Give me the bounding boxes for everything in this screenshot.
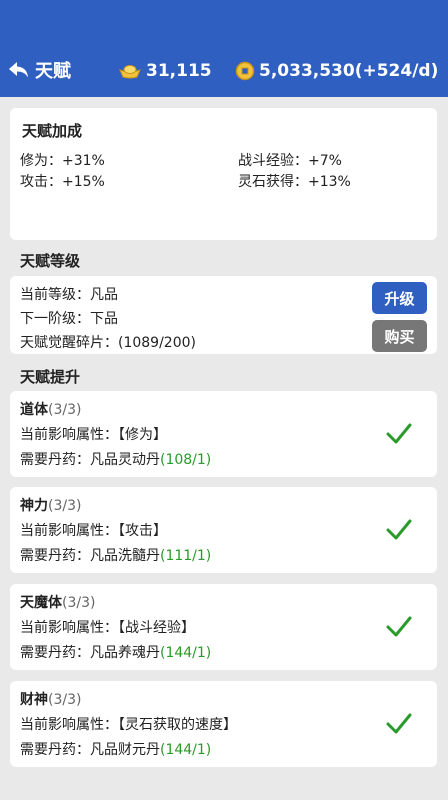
talent-name: 天魔体	[20, 595, 62, 611]
talent-pill: 需要丹药：凡品洗髓丹	[20, 548, 160, 564]
bonus-spirit-stone: 灵石获得：+13%	[238, 174, 351, 190]
check-icon	[386, 713, 412, 734]
ingot-amount: 31,115	[146, 61, 212, 81]
talent-count: (3/3)	[48, 402, 82, 418]
talent-name: 神力	[20, 498, 48, 514]
bonus-battle-exp: 战斗经验：+7%	[238, 153, 342, 169]
current-level: 当前等级：凡品	[20, 287, 118, 303]
talent-pill-line: 需要丹药：凡品养魂丹(144/1)	[20, 642, 211, 662]
talent-pill-progress: (111/1)	[160, 548, 212, 564]
coin-currency: 5,033,530(+524/d)	[235, 60, 438, 82]
back-arrow-icon	[9, 62, 28, 78]
talent-item: 财神(3/3) 当前影响属性：【灵石获取的速度】 需要丹药：凡品财元丹(144/…	[10, 681, 437, 767]
talent-item: 道体(3/3) 当前影响属性：【修为】 需要丹药：凡品灵动丹(108/1)	[10, 391, 437, 477]
talent-count: (3/3)	[48, 692, 82, 708]
talent-attribute: 当前影响属性：【战斗经验】	[20, 620, 195, 636]
coin-icon	[235, 61, 255, 81]
talent-pill: 需要丹药：凡品灵动丹	[20, 452, 160, 468]
buy-button[interactable]: 购买	[372, 320, 427, 352]
talent-name-line: 道体(3/3)	[20, 399, 81, 419]
talent-item: 神力(3/3) 当前影响属性：【攻击】 需要丹药：凡品洗髓丹(111/1)	[10, 487, 437, 573]
talent-name-line: 财神(3/3)	[20, 689, 81, 709]
back-button[interactable]: 天赋	[8, 57, 71, 83]
talent-attribute: 当前影响属性：【修为】	[20, 427, 167, 443]
talent-attribute: 当前影响属性：【灵石获取的速度】	[20, 717, 237, 733]
next-level: 下一阶级：下品	[20, 311, 118, 327]
talent-pill-line: 需要丹药：凡品财元丹(144/1)	[20, 739, 211, 759]
check-icon	[386, 423, 412, 444]
check-icon	[386, 519, 412, 540]
talent-bonus-card: 天赋加成 修为：+31% 战斗经验：+7% 攻击：+15% 灵石获得：+13%	[10, 108, 437, 240]
talent-pill-progress: (144/1)	[160, 645, 212, 661]
coin-amount: 5,033,530(+524/d)	[259, 61, 439, 81]
awakening-fragments: 天赋觉醒碎片：(1089/200)	[20, 335, 196, 351]
talent-name-line: 天魔体(3/3)	[20, 592, 95, 612]
talent-item: 天魔体(3/3) 当前影响属性：【战斗经验】 需要丹药：凡品养魂丹(144/1)	[10, 584, 437, 670]
talent-pill-progress: (108/1)	[160, 452, 212, 468]
talent-level-card: 当前等级：凡品 下一阶级：下品 天赋觉醒碎片：(1089/200) 升级 购买	[10, 276, 437, 354]
talent-bonus-title: 天赋加成	[22, 122, 83, 140]
top-bar: 天赋 31,115 5,033,530(+524/d)	[0, 0, 448, 97]
silver-ingot-icon	[119, 65, 141, 79]
talent-attribute: 当前影响属性：【攻击】	[20, 523, 167, 539]
talent-name-line: 神力(3/3)	[20, 495, 81, 515]
bonus-cultivation: 修为：+31%	[20, 153, 105, 169]
check-icon	[386, 616, 412, 637]
talent-pill-line: 需要丹药：凡品灵动丹(108/1)	[20, 449, 211, 469]
talent-name: 道体	[20, 402, 48, 418]
talent-pill-progress: (144/1)	[160, 742, 212, 758]
talent-level-title: 天赋等级	[20, 252, 81, 270]
talent-upgrade-title: 天赋提升	[20, 368, 81, 386]
talent-pill: 需要丹药：凡品财元丹	[20, 742, 160, 758]
upgrade-button[interactable]: 升级	[372, 282, 427, 314]
talent-pill: 需要丹药：凡品养魂丹	[20, 645, 160, 661]
talent-count: (3/3)	[62, 595, 96, 611]
bonus-attack: 攻击：+15%	[20, 174, 105, 190]
talent-pill-line: 需要丹药：凡品洗髓丹(111/1)	[20, 545, 211, 565]
talent-count: (3/3)	[48, 498, 82, 514]
page-title: 天赋	[35, 61, 71, 82]
talent-name: 财神	[20, 692, 48, 708]
ingot-currency: 31,115	[118, 60, 212, 82]
